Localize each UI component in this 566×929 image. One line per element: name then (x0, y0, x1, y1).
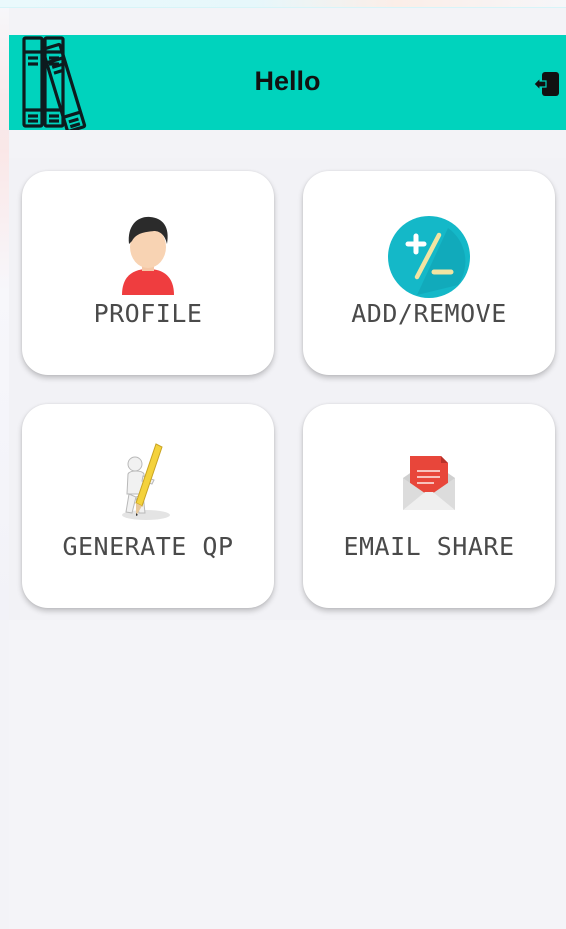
page-title: Hello (254, 66, 321, 96)
logout-icon[interactable] (532, 71, 560, 97)
add-remove-card[interactable]: ADD/REMOVE (303, 171, 555, 375)
add-remove-label: ADD/REMOVE (351, 299, 507, 328)
left-edge-decoration (0, 8, 9, 158)
plus-minus-icon (388, 216, 470, 298)
email-share-card[interactable]: EMAIL SHARE (303, 404, 555, 608)
envelope-letter-icon (403, 456, 455, 510)
email-share-label: EMAIL SHARE (343, 532, 515, 561)
profile-label: PROFILE (93, 299, 203, 328)
dashboard-grid: PROFILE ADD/REMOVE GENERATE QP EMAIL SHA… (9, 158, 566, 620)
pencil-figure-icon (122, 443, 170, 520)
generate-qp-card[interactable]: GENERATE QP (22, 404, 274, 608)
profile-card[interactable]: PROFILE (22, 171, 274, 375)
empty-content-area (9, 620, 566, 929)
generate-qp-label: GENERATE QP (62, 532, 234, 561)
app-bar: Hello (9, 35, 566, 130)
profile-avatar-icon (122, 216, 174, 295)
status-strip-divider (0, 7, 566, 8)
left-edge-decoration-lower (0, 150, 9, 620)
